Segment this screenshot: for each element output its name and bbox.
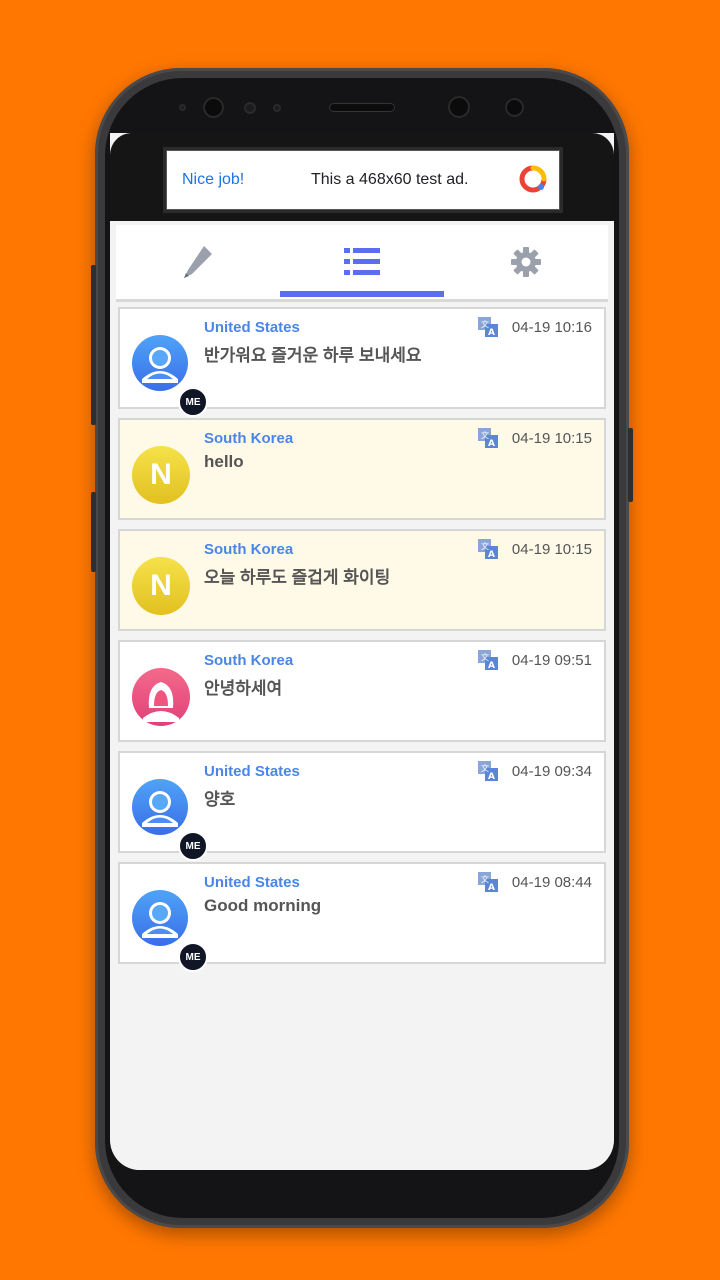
sensor-dot bbox=[273, 104, 281, 112]
user-avatar-icon bbox=[132, 779, 188, 835]
message-card[interactable]: United States Good morning 04-19 08:44 文… bbox=[118, 862, 606, 972]
ad-left-text: Nice job! bbox=[182, 171, 245, 188]
translate-icon[interactable]: 文A bbox=[478, 650, 498, 670]
translate-icon[interactable]: 文A bbox=[478, 539, 498, 559]
message-text: 안녕하세여 bbox=[204, 679, 283, 698]
me-badge: ME bbox=[178, 387, 208, 417]
timestamp: 04-19 08:44 bbox=[511, 874, 592, 891]
volume-button bbox=[91, 265, 96, 425]
me-badge: ME bbox=[178, 831, 208, 861]
translate-icon[interactable]: 文A bbox=[478, 872, 498, 892]
list-icon bbox=[344, 248, 380, 275]
front-camera bbox=[448, 96, 470, 118]
iris-scanner bbox=[505, 98, 524, 117]
app-content: United States 반가워요 즐거운 하루 보내세요 04-19 10:… bbox=[116, 225, 608, 1170]
earpiece-speaker bbox=[329, 103, 395, 112]
translate-icon[interactable]: 文A bbox=[478, 317, 498, 337]
timestamp: 04-19 10:16 bbox=[511, 319, 592, 336]
avatar-partner: N bbox=[132, 557, 190, 615]
tab-list[interactable] bbox=[280, 225, 444, 299]
iris-camera bbox=[203, 97, 224, 118]
country-label: South Korea bbox=[204, 430, 294, 447]
country-label: United States bbox=[204, 763, 300, 780]
timestamp: 04-19 09:51 bbox=[511, 652, 592, 669]
gear-icon bbox=[511, 247, 541, 277]
svg-text:A: A bbox=[488, 328, 495, 337]
me-badge: ME bbox=[178, 942, 208, 972]
test-ad-banner[interactable]: Nice job! This a 468x60 test ad. bbox=[166, 150, 560, 210]
avatar-me: ME bbox=[132, 890, 208, 972]
country-label: South Korea bbox=[204, 652, 294, 669]
translate-icon[interactable]: 文A bbox=[478, 428, 498, 448]
pencil-icon bbox=[184, 246, 212, 278]
proximity-sensor bbox=[179, 104, 186, 111]
user-avatar-icon bbox=[132, 335, 188, 391]
message-card[interactable]: South Korea 오늘 하루도 즐겁게 화이팅 04-19 10:15 文… bbox=[118, 529, 606, 631]
avatar-partner bbox=[132, 668, 190, 726]
tab-settings[interactable] bbox=[444, 225, 608, 299]
user-avatar-icon bbox=[132, 890, 188, 946]
message-card[interactable]: United States 반가워요 즐거운 하루 보내세요 04-19 10:… bbox=[118, 307, 606, 417]
power-button bbox=[628, 428, 633, 502]
tab-bar bbox=[116, 225, 608, 302]
svg-text:A: A bbox=[488, 772, 495, 781]
svg-text:A: A bbox=[488, 661, 495, 670]
avatar-me: ME bbox=[132, 779, 208, 861]
light-sensor bbox=[244, 102, 256, 114]
female-avatar-icon bbox=[132, 668, 190, 726]
svg-text:A: A bbox=[488, 883, 495, 892]
active-tab-indicator bbox=[280, 291, 444, 297]
avatar-initial: N bbox=[150, 569, 172, 602]
message-text: 오늘 하루도 즐겁게 화이팅 bbox=[204, 568, 391, 587]
message-text: hello bbox=[204, 452, 244, 471]
svg-text:A: A bbox=[488, 550, 495, 559]
ad-center-text: This a 468x60 test ad. bbox=[311, 171, 469, 188]
bixby-button bbox=[91, 492, 96, 572]
translate-icon[interactable]: 文A bbox=[478, 761, 498, 781]
svg-text:A: A bbox=[488, 439, 495, 448]
message-text: 양호 bbox=[204, 790, 236, 809]
admob-logo-icon bbox=[519, 165, 547, 193]
message-text: 반가워요 즐거운 하루 보내세요 bbox=[204, 346, 422, 365]
tab-write[interactable] bbox=[116, 225, 280, 299]
timestamp: 04-19 10:15 bbox=[511, 430, 592, 447]
message-text: Good morning bbox=[204, 896, 322, 915]
message-card[interactable]: United States 양호 04-19 09:34 文A ME bbox=[118, 751, 606, 861]
country-label: United States bbox=[204, 874, 300, 891]
timestamp: 04-19 10:15 bbox=[511, 541, 592, 558]
timestamp: 04-19 09:34 bbox=[511, 763, 592, 780]
message-card[interactable]: South Korea 안녕하세여 04-19 09:51 文A bbox=[118, 640, 606, 742]
avatar-partner: N bbox=[132, 446, 190, 504]
screen: Nice job! This a 468x60 test ad. United … bbox=[110, 133, 614, 1170]
country-label: South Korea bbox=[204, 541, 294, 558]
avatar-initial: N bbox=[150, 458, 172, 491]
message-card[interactable]: South Korea hello 04-19 10:15 文A N bbox=[118, 418, 606, 520]
avatar-me: ME bbox=[132, 335, 208, 417]
country-label: United States bbox=[204, 319, 300, 336]
ad-band: Nice job! This a 468x60 test ad. bbox=[110, 133, 614, 221]
